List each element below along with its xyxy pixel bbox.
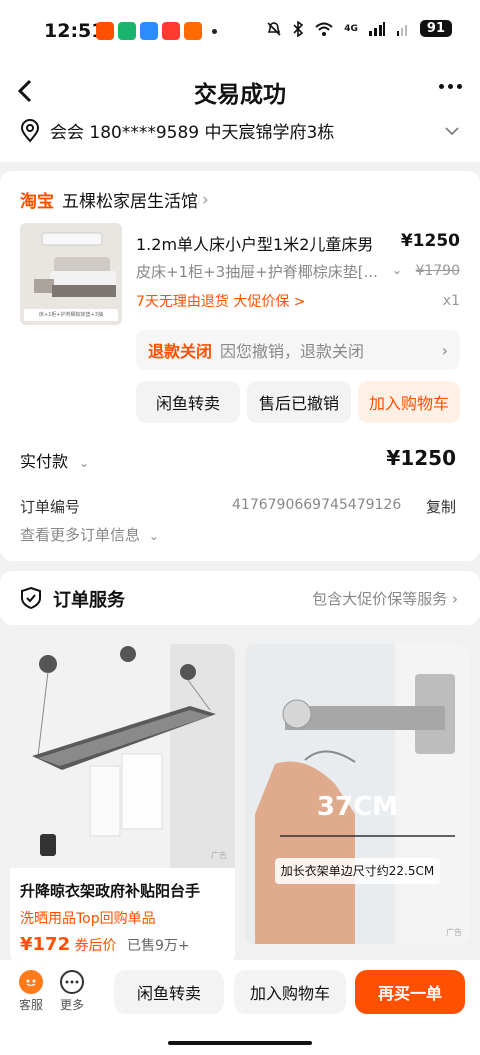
- bluetooth-icon: [293, 20, 304, 37]
- recommendation-card[interactable]: 37CM 加长衣架单边尺寸约22.5CM 广告: [245, 644, 470, 944]
- paid-amount-label[interactable]: 实付款 ⌄: [20, 448, 89, 472]
- chevron-right-icon: ›: [452, 590, 458, 608]
- ad-label: 广告: [446, 928, 462, 937]
- page-header: 交易成功 会会 180****9589 中天宸锦学府3栋: [0, 62, 480, 162]
- add-to-cart-button[interactable]: 加入购物车: [358, 381, 460, 423]
- promo-tags[interactable]: 7天无理由退货 大促价保 >: [136, 291, 306, 311]
- network-type: 4G: [344, 23, 358, 34]
- more-notifications-icon: [212, 28, 217, 34]
- product-name[interactable]: 1.2m单人床小户型1米2儿童床男: [136, 231, 373, 255]
- more-label: 更多: [59, 998, 84, 1012]
- dimension-caption: 加长衣架单边尺寸约22.5CM: [275, 858, 440, 884]
- more-options-icon[interactable]: [439, 84, 462, 89]
- thumbnail-tag: 床+1柜+护脊椰棕床垫+3抽: [24, 309, 118, 321]
- app-notification-icon: [96, 22, 114, 40]
- more-icon: [60, 970, 84, 994]
- add-to-cart-button[interactable]: 加入购物车: [234, 970, 346, 1014]
- customer-service-button[interactable]: 客服: [14, 970, 48, 1013]
- wifi-icon: [315, 22, 333, 36]
- recommendation-sold: 已售9万+: [127, 938, 190, 954]
- order-service-row[interactable]: 订单服务 包含大促价保等服务 ›: [0, 571, 480, 625]
- app-notification-icon: [162, 22, 180, 40]
- more-order-info-link[interactable]: 查看更多订单信息 ⌄: [20, 524, 159, 545]
- refund-description: 因您撤销，退款关闭: [220, 342, 365, 361]
- app-notification-icon: [118, 22, 136, 40]
- chevron-right-icon: ›: [202, 189, 209, 210]
- drying-rack-image: [10, 644, 235, 868]
- product-sku[interactable]: 皮床+1柜+3抽屉+护脊椰棕床垫[...: [136, 261, 386, 282]
- refund-status-bar[interactable]: 退款关闭 因您撤销，退款关闭 ›: [136, 330, 460, 370]
- order-service-summary-text: 包含大促价保等服务: [312, 590, 448, 608]
- app-notification-icon: [140, 22, 158, 40]
- address-row[interactable]: 会会 180****9589 中天宸锦学府3栋: [20, 118, 460, 143]
- status-bar: 12:51 4G 91: [0, 0, 480, 62]
- page-title: 交易成功: [194, 82, 286, 108]
- address-text: 会会 180****9589 中天宸锦学府3栋: [50, 123, 335, 143]
- recommendation-price: ¥172: [20, 934, 71, 955]
- shop-row[interactable]: 淘宝 五棵松家居生活馆 ›: [20, 187, 209, 213]
- ad-label: 广告: [211, 851, 227, 860]
- order-number-label: 订单编号: [20, 498, 81, 516]
- order-card: 淘宝 五棵松家居生活馆 › 床+1柜+护脊椰棕床垫+3抽 1.2m单人床小户型1…: [0, 171, 480, 561]
- mute-icon: [267, 21, 281, 36]
- paid-label-text: 实付款: [20, 452, 69, 471]
- customer-service-icon: [19, 970, 43, 994]
- xianyu-resell-button[interactable]: 闲鱼转卖: [114, 970, 224, 1014]
- shop-name: 五棵松家居生活馆: [62, 192, 198, 212]
- shield-check-icon: [21, 586, 41, 610]
- paid-amount: ¥1250: [386, 446, 456, 470]
- refund-status: 退款关闭: [148, 342, 213, 361]
- product-quantity: x1: [442, 293, 460, 309]
- recommendation-title: 升降晾衣架政府补贴阳台手: [20, 882, 201, 900]
- signal-icon: [368, 21, 385, 36]
- chevron-right-icon: ›: [441, 340, 448, 360]
- order-number: 4176790669745479126: [232, 497, 402, 513]
- copy-order-number-button[interactable]: 复制: [426, 496, 456, 517]
- taobao-logo: 淘宝: [20, 192, 54, 212]
- recommendation-image: [10, 644, 235, 868]
- recommendation-price-row: ¥172 券后价 已售9万+: [20, 934, 190, 955]
- chevron-down-icon: [445, 126, 459, 135]
- original-price: ¥1790: [415, 263, 460, 279]
- app-notification-icon: [184, 22, 202, 40]
- product-price: ¥1250: [400, 231, 460, 251]
- location-pin-icon: [20, 118, 40, 143]
- recommendation-tag: 洗晒用品Top回购单品: [20, 911, 156, 927]
- notification-icons: [96, 22, 217, 40]
- recommendation-card[interactable]: 升降晾衣架政府补贴阳台手 洗晒用品Top回购单品 ¥172 券后价 已售9万+ …: [10, 644, 235, 964]
- battery-level: 91: [419, 20, 452, 37]
- rebuy-button[interactable]: 再买一单: [355, 970, 465, 1014]
- signal-2-icon: [396, 24, 407, 36]
- more-button[interactable]: 更多: [55, 970, 89, 1013]
- product-thumbnail[interactable]: 床+1柜+护脊椰棕床垫+3抽: [20, 223, 122, 325]
- sku-chevron-icon: ⌄: [392, 263, 403, 277]
- system-icons: 4G 91: [266, 20, 452, 37]
- order-service-title: 订单服务: [53, 590, 125, 611]
- chevron-down-icon: ⌄: [79, 456, 90, 470]
- more-order-info-text: 查看更多订单信息: [20, 526, 141, 544]
- chevron-down-icon: ⌄: [148, 529, 159, 543]
- bottom-action-bar: 客服 更多 闲鱼转卖 加入购物车 再买一单: [0, 960, 480, 1035]
- recommendation-price-suffix: 券后价: [74, 938, 117, 954]
- home-indicator[interactable]: [0, 1035, 480, 1055]
- order-action-buttons: 闲鱼转卖 售后已撤销 加入购物车: [136, 381, 460, 423]
- xianyu-resell-button[interactable]: 闲鱼转卖: [136, 381, 240, 423]
- dimension-label: 37CM: [316, 792, 399, 822]
- order-service-summary: 包含大促价保等服务 ›: [312, 588, 458, 609]
- aftersale-button[interactable]: 售后已撤销: [247, 381, 351, 423]
- customer-service-label: 客服: [18, 998, 43, 1012]
